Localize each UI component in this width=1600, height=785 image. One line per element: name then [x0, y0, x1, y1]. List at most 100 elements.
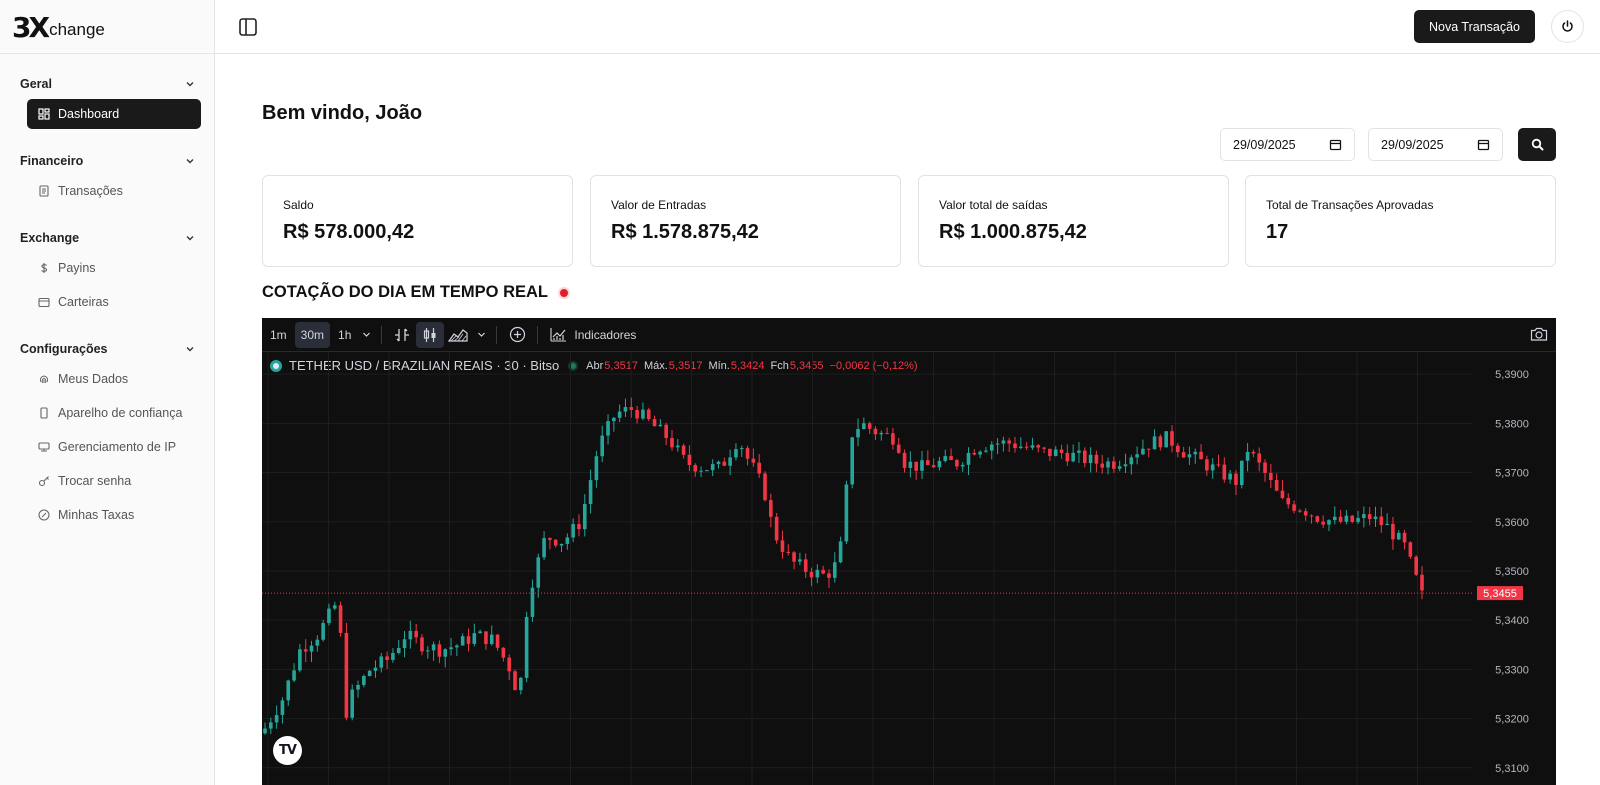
sidebar-item-minhas-taxas[interactable]: Minhas Taxas	[27, 500, 201, 530]
candle-body	[757, 462, 761, 474]
candle-body	[437, 644, 442, 657]
candle-body	[693, 464, 698, 472]
candle-body	[664, 424, 668, 439]
candle-body	[646, 409, 651, 420]
candle-body	[832, 562, 837, 578]
candle-body	[1263, 462, 1267, 473]
candle-body	[1042, 447, 1046, 449]
candle-body	[1367, 514, 1372, 520]
sidebar-item-meus-dados[interactable]: Meus Dados	[27, 364, 201, 394]
timeframe-1m[interactable]: 1m	[264, 322, 293, 348]
calendar-icon[interactable]	[1329, 138, 1342, 151]
last-price-label: 5,3455	[1483, 588, 1517, 600]
candle-body	[1199, 451, 1203, 460]
chart-type-area-button[interactable]	[444, 322, 472, 348]
timeframe-dropdown[interactable]	[357, 322, 375, 348]
candlestick-plot[interactable]: 5,3900 5,3800 5,3700 5,3600 5,3500 5,3400 5,33…	[262, 352, 1556, 785]
candle-body	[362, 676, 366, 685]
candle-body	[1210, 464, 1215, 471]
sidebar-item-dashboard[interactable]: Dashboard	[27, 99, 201, 129]
receipt-icon	[39, 185, 49, 197]
wallet-icon	[38, 297, 50, 308]
candle-body	[769, 500, 773, 517]
nav-group-header[interactable]: Configurações	[0, 338, 215, 360]
sidebar-item-label: Aparelho de confiança	[58, 406, 183, 420]
candle-body	[722, 461, 727, 466]
tradingview-logo[interactable]: TV	[273, 736, 302, 765]
stat-card-saldo: Saldo R$ 578.000,42	[262, 175, 573, 267]
fingerprint-icon	[39, 375, 49, 384]
timeframe-30m[interactable]: 30m	[294, 321, 331, 348]
new-transaction-button[interactable]: Nova Transação	[1414, 10, 1535, 43]
candle-body	[1327, 520, 1331, 525]
candle-body	[425, 650, 430, 652]
y-tick-label: 5,3100	[1495, 763, 1529, 775]
nav-group-header[interactable]: Geral	[0, 73, 215, 95]
candle-body	[1036, 445, 1041, 448]
candle-body	[1332, 516, 1337, 521]
timeframe-1h[interactable]: 1h	[332, 322, 357, 348]
candle-body	[606, 421, 610, 436]
candle-body	[780, 540, 785, 552]
date-to-input[interactable]: 29/09/2025	[1368, 128, 1503, 161]
sidebar-item-carteiras[interactable]: Carteiras	[27, 287, 201, 317]
candle-body	[809, 571, 814, 578]
chart-type-dropdown[interactable]	[472, 322, 490, 348]
logout-button[interactable]	[1551, 10, 1584, 43]
candle-body	[286, 680, 291, 701]
nav-group-header[interactable]: Financeiro	[0, 150, 215, 172]
candle-body	[955, 460, 959, 467]
stat-card-transacoes: Total de Transações Aprovadas 17	[1245, 175, 1556, 267]
sidebar-item-gerenciamento-ip[interactable]: Gerenciamento de IP	[27, 432, 201, 462]
candle-body	[728, 457, 732, 466]
chevron-down-icon	[186, 82, 194, 87]
compare-button[interactable]	[388, 322, 416, 348]
candle-body	[1245, 451, 1250, 461]
nav-group-header[interactable]: Exchange	[0, 227, 215, 249]
toolbar-separator	[381, 325, 383, 344]
sidebar-item-transacoes[interactable]: Transações	[27, 176, 201, 206]
search-icon	[1531, 138, 1543, 151]
candle-body	[298, 649, 302, 671]
candle-body	[443, 649, 448, 657]
candle-body	[269, 722, 273, 729]
price-chart-widget[interactable]: 1m 30m 1h Indicadores TETHER USD / BRAZI…	[262, 318, 1556, 785]
indicators-button[interactable]: Indicadores	[544, 327, 642, 342]
candle-body	[926, 460, 930, 466]
add-symbol-button[interactable]	[503, 322, 531, 348]
candle-body	[1106, 461, 1110, 468]
candle-body	[1379, 516, 1384, 526]
candle-body	[1269, 472, 1273, 480]
section-title: COTAÇÃO DO DIA EM TEMPO REAL	[262, 283, 568, 302]
candle-body	[943, 456, 948, 461]
sidebar-item-trocar-senha[interactable]: Trocar senha	[27, 466, 201, 496]
sidebar-item-payins[interactable]: Payins	[27, 253, 201, 283]
candle-body	[856, 428, 860, 438]
candle-body	[751, 458, 756, 463]
candle-body	[850, 437, 855, 485]
sidebar-item-label: Gerenciamento de IP	[58, 440, 177, 454]
sidebar-toggle-icon[interactable]	[237, 16, 259, 38]
sidebar-item-label: Carteiras	[58, 295, 109, 309]
candle-body	[908, 461, 913, 468]
search-button[interactable]	[1518, 128, 1556, 161]
candle-body	[914, 461, 918, 471]
candle-body	[292, 670, 296, 681]
sidebar-item-aparelho[interactable]: Aparelho de confiança	[27, 398, 201, 428]
candle-body	[734, 449, 738, 458]
candle-body	[577, 524, 581, 530]
candle-body	[495, 634, 500, 648]
candle-body	[972, 452, 977, 455]
candle-body	[815, 569, 820, 578]
brand-logo[interactable]: 3X change	[12, 12, 105, 44]
chart-type-candles-button[interactable]	[416, 321, 445, 348]
candle-body	[1065, 452, 1070, 462]
candle-body	[1082, 450, 1087, 464]
candle-body	[385, 656, 389, 660]
candle-body	[1391, 523, 1395, 540]
live-indicator	[560, 288, 568, 297]
date-from-input[interactable]: 29/09/2025	[1220, 128, 1355, 161]
camera-icon[interactable]	[1530, 326, 1548, 342]
calendar-icon[interactable]	[1477, 138, 1490, 151]
candle-body	[478, 631, 482, 634]
